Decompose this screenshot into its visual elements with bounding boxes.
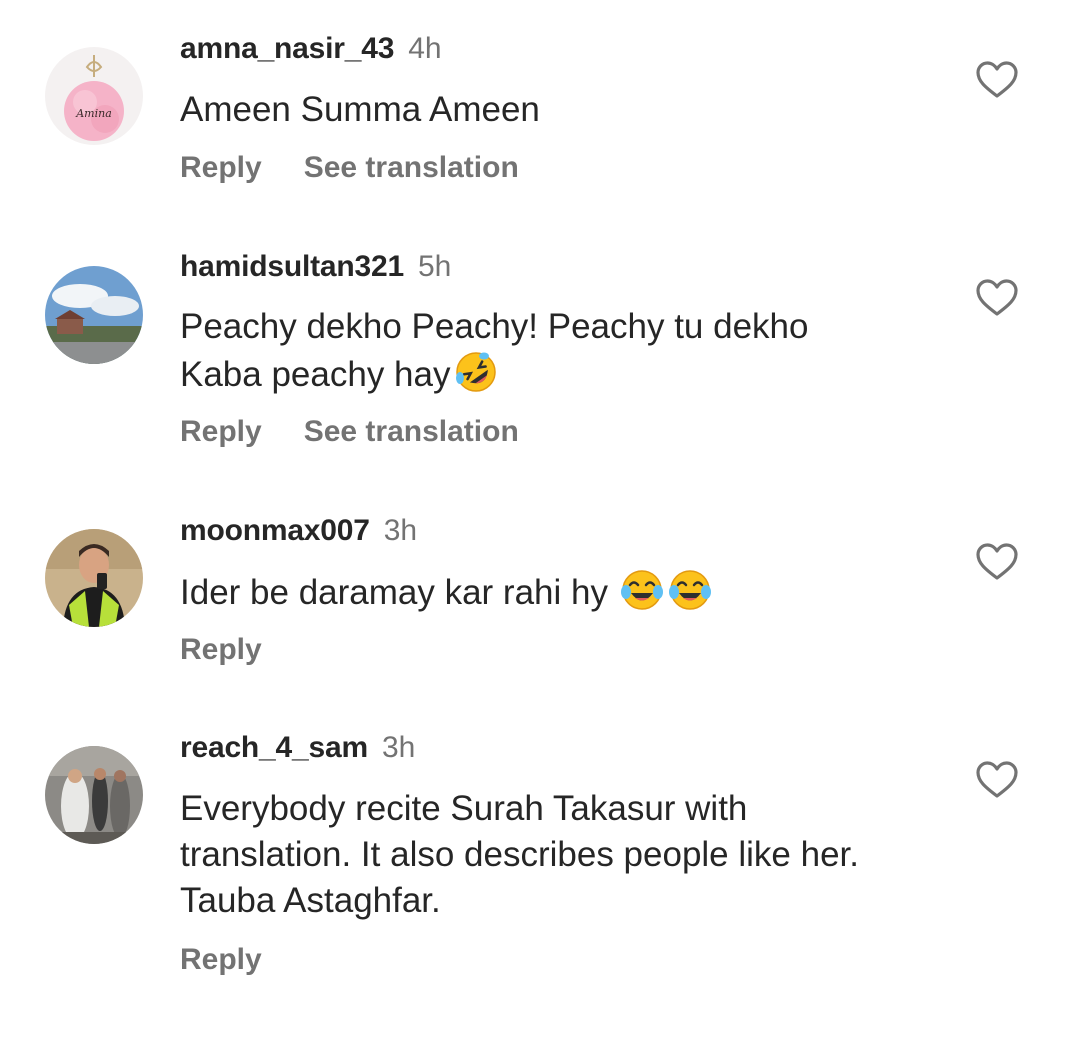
timestamp: 3h xyxy=(381,731,416,764)
username[interactable]: reach_4_sam xyxy=(180,731,368,764)
comment-text-line: translation. It also describes people li… xyxy=(180,835,859,874)
comment-text: Everybody recite Surah Takasur with tran… xyxy=(180,786,980,924)
avatar-image xyxy=(45,746,143,844)
like-button[interactable] xyxy=(975,760,1019,800)
reply-button[interactable]: Reply xyxy=(180,943,262,976)
comment-text-line: Tauba Astaghfar. xyxy=(180,881,441,920)
heart-outline-icon xyxy=(976,761,1018,798)
comment-meta: reach_4_sam 3h xyxy=(180,730,415,766)
comment-actions: Reply xyxy=(180,942,262,978)
comment-item: reach_4_sam 3h Everybody recite Surah Tak… xyxy=(0,0,1080,1042)
comment-text-line: Everybody recite Surah Takasur with xyxy=(180,789,748,828)
avatar[interactable] xyxy=(45,746,143,844)
